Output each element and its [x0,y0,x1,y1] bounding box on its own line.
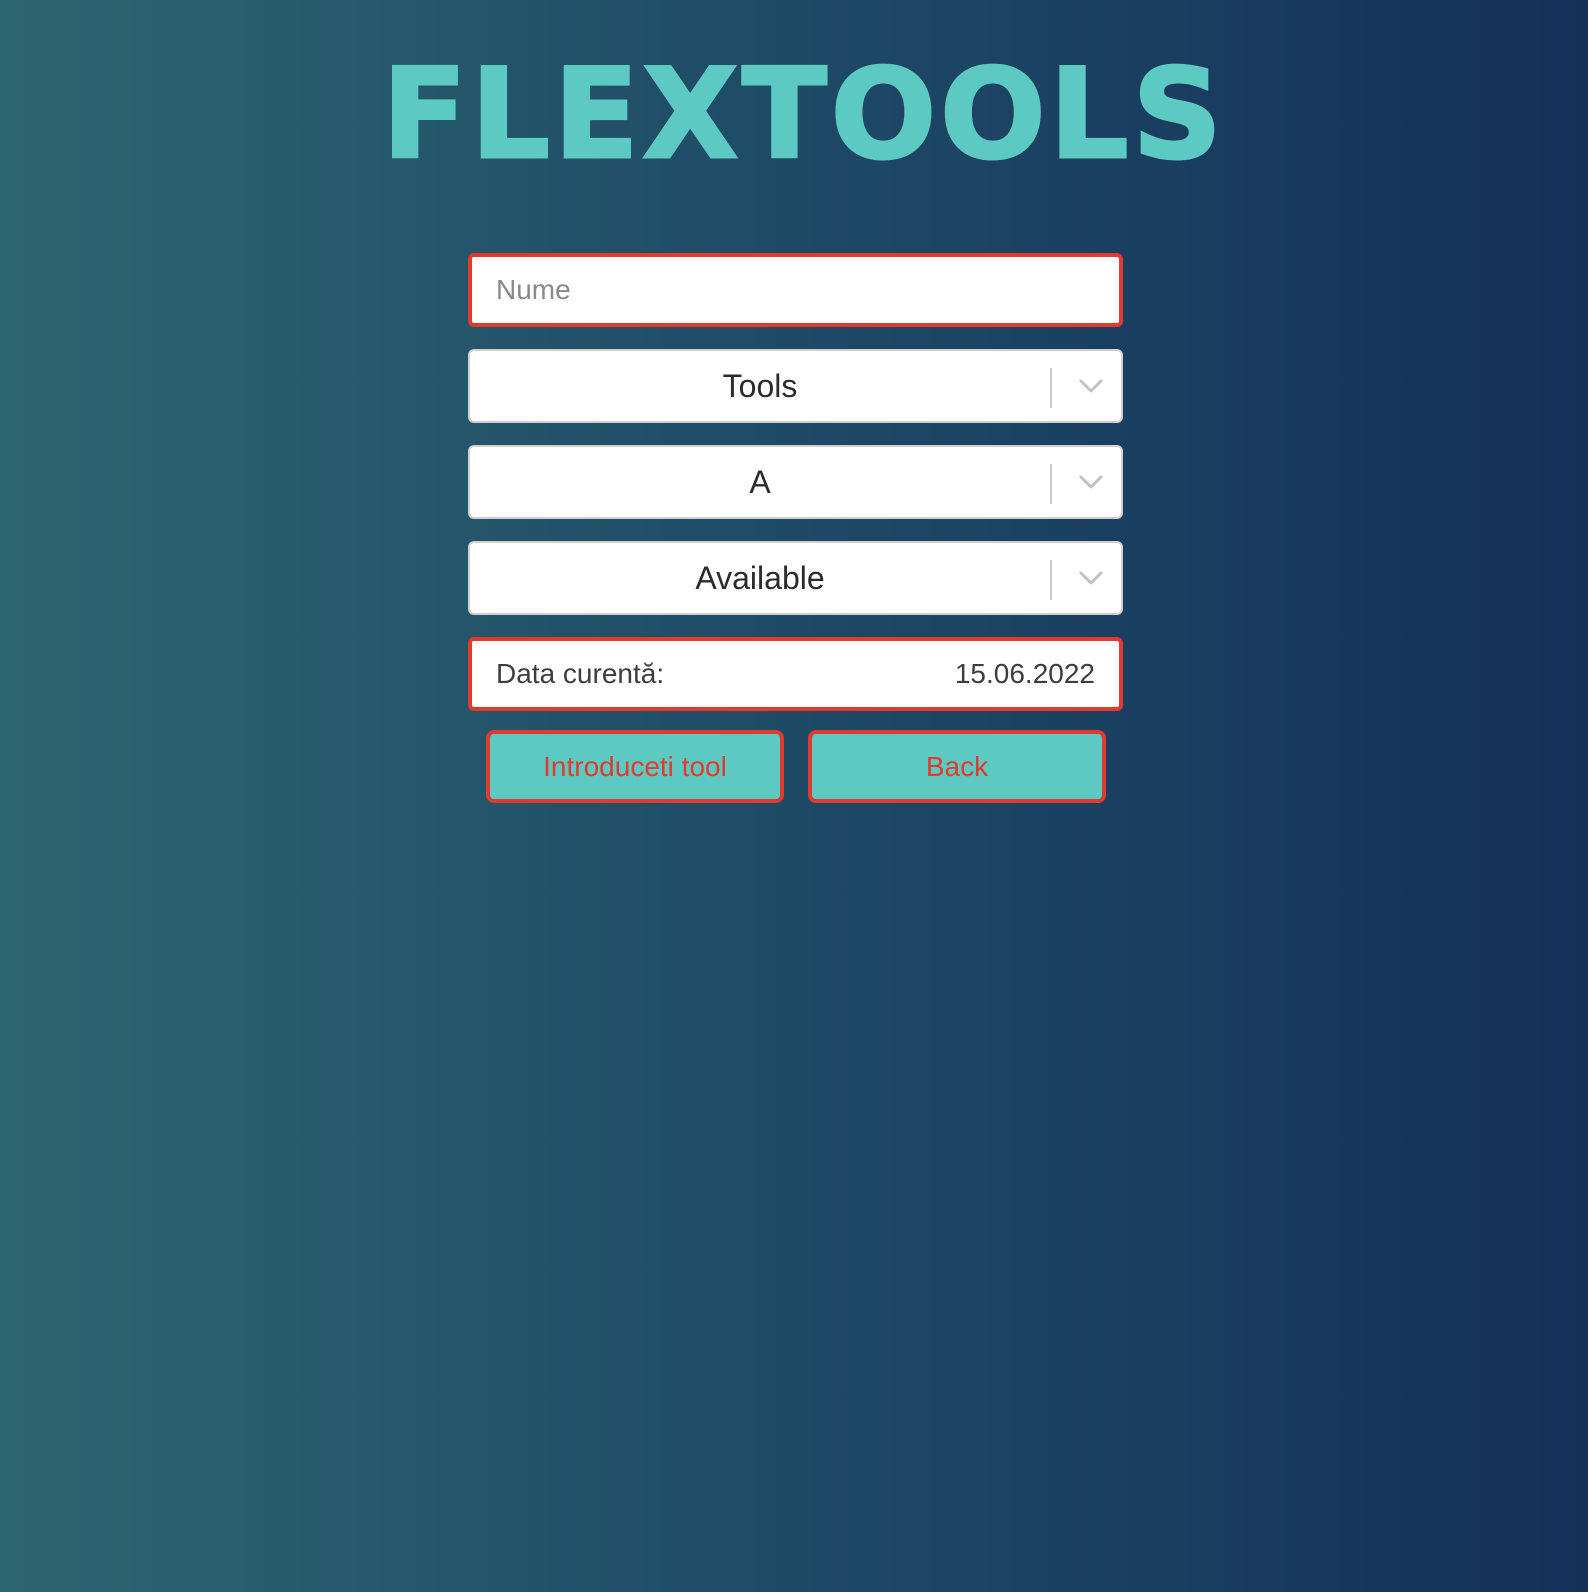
select-separator [1050,560,1052,600]
current-date-value: 15.06.2022 [954,658,1095,689]
select-separator [1050,368,1052,408]
select-separator [1050,464,1052,504]
name-input[interactable] [472,257,1119,323]
logo-text: FLEXTOOLS [381,43,1226,187]
type-select-value: A [749,463,771,500]
current-date-field: Data curentă: 15.06.2022 [468,637,1123,711]
status-select[interactable]: Available [468,541,1123,615]
add-tool-form: Tools A Available Data curentă: 15.06.20… [468,253,1123,803]
category-select[interactable]: Tools [468,349,1123,423]
form-actions: Introduceti tool Back [486,730,1106,803]
type-select[interactable]: A [468,445,1123,519]
category-select-value: Tools [722,367,798,404]
status-select-value: Available [695,559,825,596]
current-date-label: Data curentă: [496,658,665,689]
flextools-logo: FLEXTOOLS [0,43,1588,187]
chevron-down-icon[interactable] [1058,351,1123,421]
introduce-tool-button[interactable]: Introduceti tool [486,730,784,803]
name-field [468,253,1123,327]
chevron-down-icon[interactable] [1058,447,1123,517]
chevron-down-icon[interactable] [1058,543,1123,613]
back-button[interactable]: Back [808,730,1106,803]
